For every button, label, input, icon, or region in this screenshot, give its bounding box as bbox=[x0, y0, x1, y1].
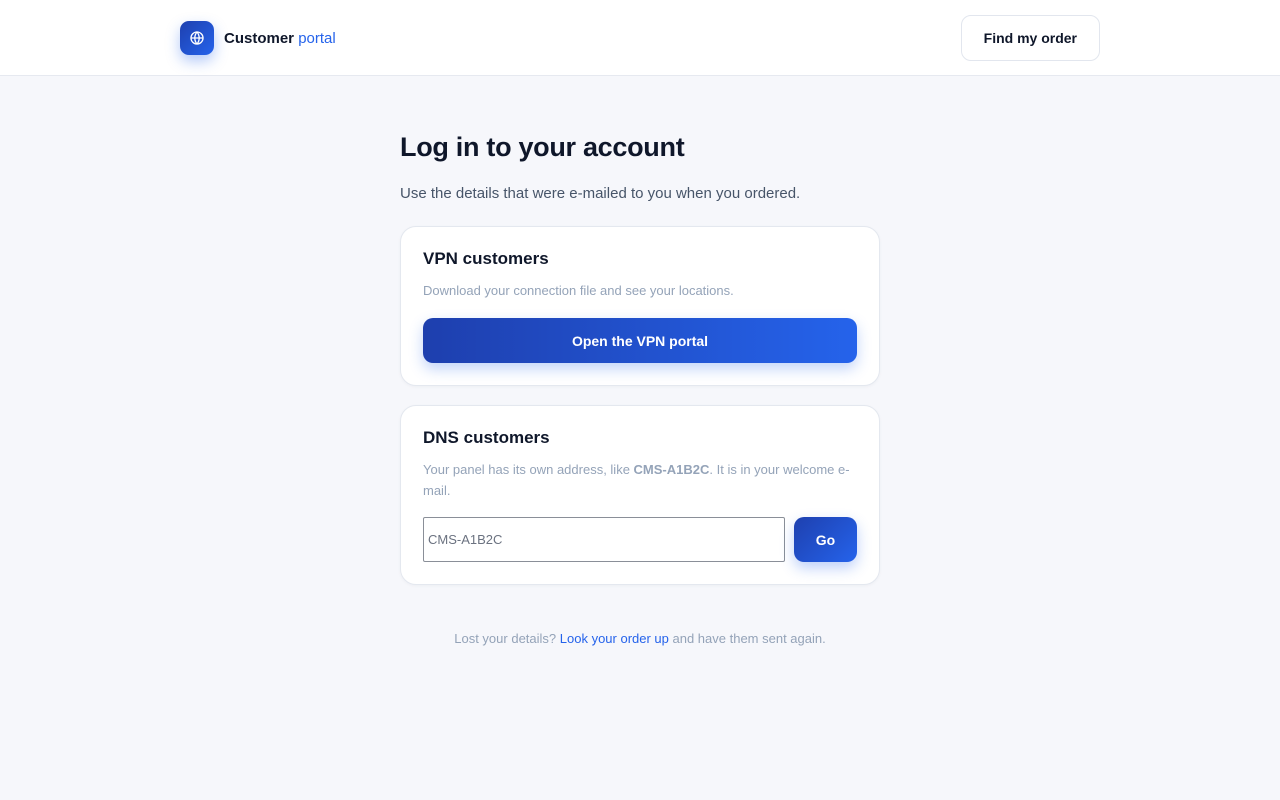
dns-customers-card: DNS customers Your panel has its own add… bbox=[400, 405, 880, 585]
brand-name-accent: portal bbox=[298, 29, 336, 47]
panel-address-input[interactable] bbox=[423, 517, 785, 562]
dns-address-form: Go bbox=[423, 517, 857, 562]
lost-details-note: Lost your details? Look your order up an… bbox=[400, 631, 880, 646]
dns-desc-before: Your panel has its own address, like bbox=[423, 462, 634, 477]
header-inner: Customer portal Find my order bbox=[180, 0, 1100, 76]
brand-name-primary: Customer bbox=[224, 29, 295, 47]
brand-name: Customer portal bbox=[224, 30, 336, 47]
page-title: Log in to your account bbox=[400, 132, 685, 162]
open-vpn-portal-button[interactable]: Open the VPN portal bbox=[423, 318, 857, 363]
brand-logo-link[interactable]: Customer portal bbox=[180, 21, 336, 55]
footer-text-before: Lost your details? bbox=[454, 631, 560, 646]
look-up-order-link[interactable]: Look your order up bbox=[560, 631, 669, 646]
vpn-card-description: Download your connection file and see yo… bbox=[423, 283, 734, 298]
page-subtitle: Use the details that were e-mailed to yo… bbox=[400, 185, 801, 202]
dns-card-description: Your panel has its own address, like CMS… bbox=[423, 459, 857, 501]
dns-example-code: CMS-A1B2C bbox=[633, 462, 710, 477]
vpn-card-title: VPN customers bbox=[423, 249, 549, 268]
top-header: Customer portal Find my order bbox=[0, 0, 1280, 76]
go-button[interactable]: Go bbox=[794, 517, 857, 562]
footer-text-after: and have them sent again. bbox=[668, 631, 826, 646]
main-content: Log in to your account Use the details t… bbox=[400, 76, 880, 646]
globe-icon bbox=[180, 21, 214, 55]
find-my-order-button[interactable]: Find my order bbox=[960, 15, 1100, 61]
dns-card-title: DNS customers bbox=[423, 428, 550, 447]
vpn-customers-card: VPN customers Download your connection f… bbox=[400, 226, 880, 386]
